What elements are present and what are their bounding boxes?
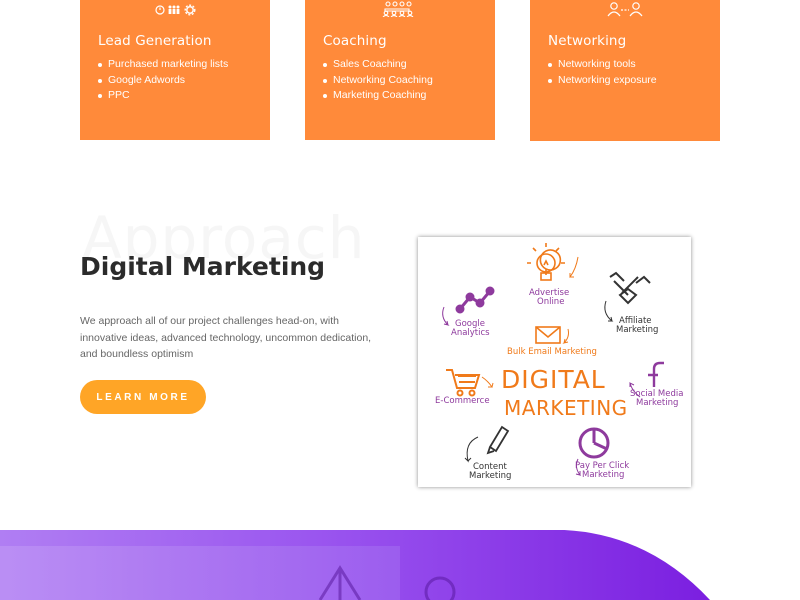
dm-label-ecommerce: E-Commerce <box>435 396 490 406</box>
pencil-icon <box>464 425 510 463</box>
list-item: Networking Coaching <box>323 73 433 89</box>
list-item: Purchased marketing lists <box>97 57 228 73</box>
analytics-people-icon <box>154 1 198 17</box>
digital-marketing-illustration: Advertise Online Google Analytics Affili… <box>418 237 691 487</box>
dm-label-content-marketing: Marketing <box>469 471 512 481</box>
section-title: Digital Marketing <box>80 252 326 281</box>
lightbulb-icon <box>527 243 579 281</box>
purple-hero-band <box>0 530 800 600</box>
card-coaching: Coaching Sales Coaching Networking Coach… <box>305 0 495 140</box>
list-item: Sales Coaching <box>323 57 433 73</box>
card-title: Coaching <box>323 33 387 49</box>
group-people-icon <box>380 1 420 17</box>
card-networking: Networking Networking tools Networking e… <box>530 0 720 141</box>
dm-label-social-marketing: Marketing <box>636 398 679 408</box>
illustration-artwork <box>442 243 664 476</box>
dm-headline-digital: DIGITAL <box>501 365 606 394</box>
list-item: Networking exposure <box>548 73 657 89</box>
card-title: Lead Generation <box>98 33 212 49</box>
learn-more-button[interactable]: LEARN MORE <box>80 380 206 414</box>
dm-label-bulk-email: Bulk Email Marketing <box>507 347 597 357</box>
shopping-cart-icon <box>446 369 494 397</box>
card-title: Networking <box>548 33 627 49</box>
dm-headline-marketing: MARKETING <box>504 396 628 420</box>
dm-label-ppc-marketing: Marketing <box>582 470 625 480</box>
list-item: PPC <box>97 88 228 104</box>
card-list: Sales Coaching Networking Coaching Marke… <box>323 57 433 104</box>
card-list: Networking tools Networking exposure <box>548 57 657 89</box>
card-list: Purchased marketing lists Google Adwords… <box>97 57 228 104</box>
card-lead-generation: Lead Generation Purchased marketing list… <box>80 0 270 140</box>
list-item: Google Adwords <box>97 73 228 89</box>
dm-label-online: Online <box>537 297 565 307</box>
dm-label-affiliate-marketing: Marketing <box>616 325 659 335</box>
dm-label-analytics: Analytics <box>451 328 490 338</box>
envelope-icon <box>535 326 569 344</box>
connected-people-icon <box>606 1 644 17</box>
list-item: Networking tools <box>548 57 657 73</box>
list-item: Marketing Coaching <box>323 88 433 104</box>
section-description: We approach all of our project challenge… <box>80 315 372 360</box>
handshake-icon <box>604 271 651 322</box>
services-cards: Lead Generation Purchased marketing list… <box>0 0 800 160</box>
